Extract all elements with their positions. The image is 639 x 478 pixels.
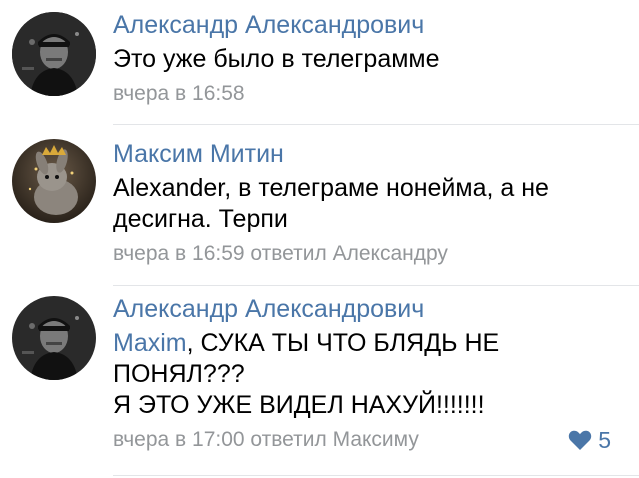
avatar[interactable] — [12, 12, 96, 96]
heart-icon — [568, 429, 592, 451]
comment-text-fragment: , СУКА ТЫ ЧТО БЛЯДЬ НЕ — [186, 329, 500, 357]
comment-time[interactable]: вчера в 16:58 — [113, 82, 245, 105]
comment-text-line: десигна. Терпи — [113, 205, 288, 233]
comment-text: Maxim, СУКА ТЫ ЧТО БЛЯДЬ НЕ ПОНЯЛ??? Я Э… — [113, 328, 627, 421]
comment-text-line: Это уже было в телеграмме — [113, 45, 440, 73]
mention-link[interactable]: Maxim — [113, 329, 187, 357]
divider — [113, 285, 639, 286]
comment-text: Alexander, в телеграме нонейма, а не дес… — [113, 173, 627, 235]
comment-meta: вчера в 17:00 ответил Максиму 5 — [113, 427, 627, 453]
comment-author[interactable]: Александр Александрович — [113, 294, 627, 324]
avatar[interactable] — [12, 139, 96, 223]
comment-text: Это уже было в телеграмме — [113, 44, 627, 75]
comment-time[interactable]: вчера в 17:00 — [113, 428, 245, 451]
comment-text-line: Maxim, СУКА ТЫ ЧТО БЛЯДЬ НЕ — [113, 328, 627, 359]
comment-meta: вчера в 16:59 ответил Александру — [113, 241, 627, 267]
comment-text-line: ПОНЯЛ??? — [113, 360, 245, 388]
comment-time[interactable]: вчера в 16:59 — [113, 242, 245, 265]
reply-to-link[interactable]: ответил Александру — [250, 242, 448, 265]
divider — [113, 124, 639, 125]
comment-text-line: Alexander, в телеграме нонейма, а не — [113, 174, 549, 202]
like-count: 5 — [598, 427, 611, 453]
comment-meta: вчера в 16:58 — [113, 81, 627, 107]
divider — [113, 475, 639, 476]
like-button[interactable]: 5 — [568, 427, 611, 453]
reply-to-link[interactable]: ответил Максиму — [250, 428, 418, 451]
comment-author[interactable]: Максим Митин — [113, 139, 627, 169]
comment-author[interactable]: Александр Александрович — [113, 10, 627, 40]
comment-text-line: Я ЭТО УЖЕ ВИДЕЛ НАХУЙ!!!!!!! — [113, 391, 485, 419]
avatar[interactable] — [12, 296, 96, 380]
comments-list: Александр Александрович Это уже было в т… — [0, 0, 639, 478]
